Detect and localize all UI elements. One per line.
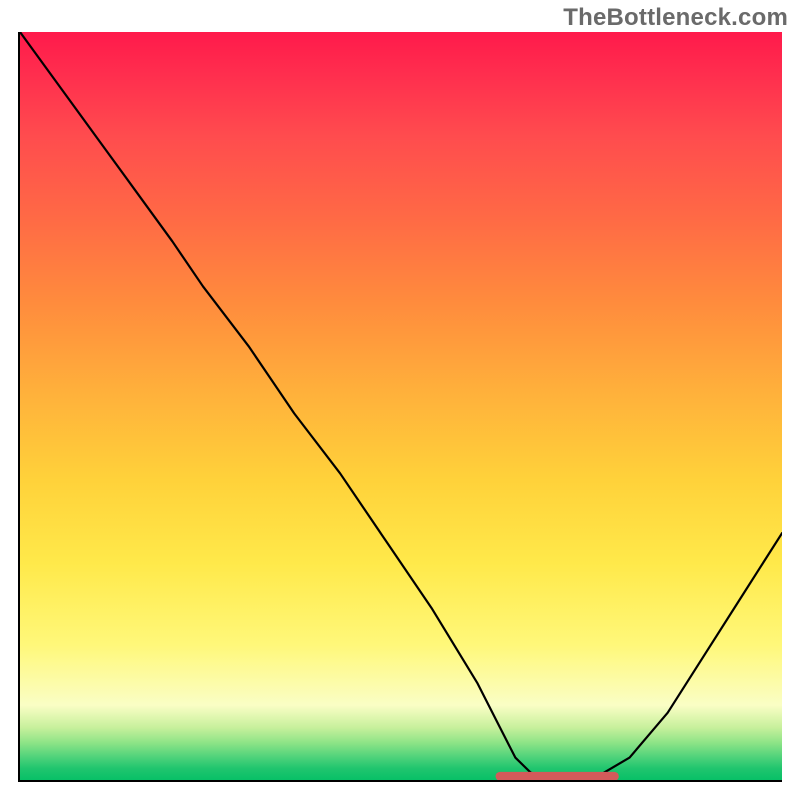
watermark-text: TheBottleneck.com: [563, 4, 788, 32]
chart-svg: [20, 32, 782, 780]
chart-container: TheBottleneck.com: [0, 0, 800, 800]
plot-area: [18, 32, 782, 782]
bottleneck-curve-path: [20, 32, 782, 780]
